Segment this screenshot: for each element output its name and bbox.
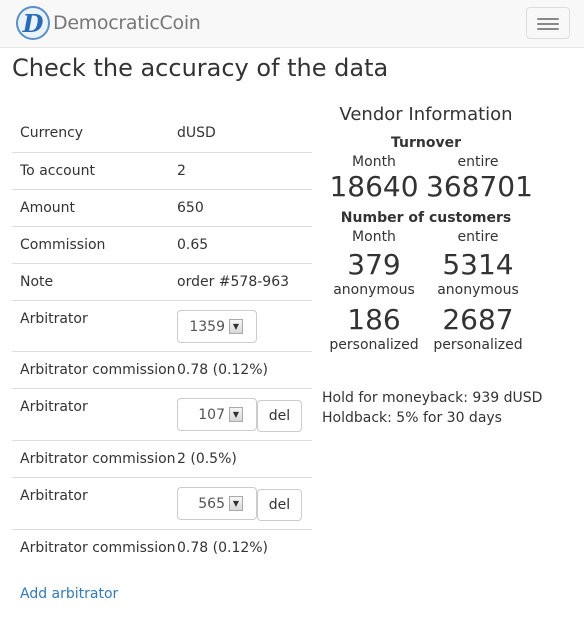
personalized-labels: personalized personalized [322,337,530,353]
turnover-heading: Turnover [391,135,461,151]
arbitrator-row: Arbitrator 565 ▼ del [12,477,312,529]
customers-heading: Number of customers [340,210,512,226]
delete-arbitrator-button[interactable]: del [257,489,302,521]
row-label: Arbitrator commission [20,451,176,467]
row-value: 0.65 [177,237,209,253]
personalized-values: 186 2687 [322,303,530,337]
row-label: Commission [20,237,106,253]
turnover-values: 18640 368701 [322,170,533,204]
anonymous-month-value: 379 [347,248,401,281]
row-value: order #578-963 [177,274,290,290]
customers-month-label: Month [352,229,396,245]
arbitrator-id: 1359 [189,319,225,335]
row-label: Note [20,274,54,290]
arbitrator-id: 107 [198,407,225,423]
delete-arbitrator-button[interactable]: del [257,400,302,432]
anonymous-label: anonymous [333,282,415,298]
row-label: Arbitrator [20,399,88,415]
anonymous-values: 379 5314 [322,248,530,282]
spin-down-icon[interactable]: ▼ [229,407,243,422]
row-value: 0.78 (0.12%) [177,540,269,556]
table-row: Arbitrator commission 0.78 (0.12%) [12,529,312,566]
logo-icon: D [16,6,50,40]
table-row: Arbitrator commission 0.78 (0.12%) [12,351,312,388]
row-label: Arbitrator commission [20,362,176,378]
personalized-month-value: 186 [347,303,401,336]
vendor-info: Vendor Information Turnover Month entire… [322,104,533,353]
transaction-table: Currency dUSD To account 2 Amount 650 Co… [12,115,312,566]
vendor-title: Vendor Information [339,104,513,125]
brand-logo[interactable]: D DemocraticCoin [16,6,201,40]
arbitrator-stepper[interactable]: 565 ▼ [177,487,257,520]
customers-columns: Month entire [322,226,530,245]
anonymous-label: anonymous [437,282,519,298]
personalized-label: personalized [329,337,419,353]
page-title: Check the accuracy of the data [12,54,389,82]
hamburger-icon [537,28,559,30]
hold-info: Hold for moneyback: 939 dUSD Holdback: 5… [322,388,542,428]
hold-text: Hold for moneyback: 939 dUSD [322,390,543,406]
turnover-entire-label: entire [457,154,499,170]
table-row: Amount 650 [12,189,312,226]
row-value: dUSD [177,125,216,141]
table-row: To account 2 [12,152,312,189]
holdback-text: Holdback: 5% for 30 days [322,410,502,426]
anonymous-labels: anonymous anonymous [322,282,530,298]
table-row: Currency dUSD [12,115,312,152]
table-row: Commission 0.65 [12,226,312,263]
turnover-columns: Month entire [322,151,530,170]
hamburger-icon [537,23,559,25]
row-value: 0.78 (0.12%) [177,362,269,378]
row-label: Arbitrator [20,488,88,504]
personalized-entire-value: 2687 [442,303,514,336]
brand-name: DemocraticCoin [53,12,201,34]
add-arbitrator-link[interactable]: Add arbitrator [20,586,118,602]
table-row: Arbitrator commission 2 (0.5%) [12,440,312,477]
row-label: Arbitrator [20,311,88,327]
row-value: 2 (0.5%) [177,451,237,467]
spin-down-icon[interactable]: ▼ [229,319,243,334]
arbitrator-row: Arbitrator 1359 ▼ [12,300,312,351]
turnover-month-value: 18640 [329,170,419,203]
arbitrator-id: 565 [198,496,225,512]
row-label: Amount [20,200,76,216]
hamburger-icon [537,18,559,20]
row-value: 2 [177,163,186,179]
row-label: Currency [20,125,84,141]
turnover-entire-value: 368701 [426,170,533,203]
spin-down-icon[interactable]: ▼ [229,496,243,511]
row-value: 650 [177,200,204,216]
turnover-month-label: Month [352,154,396,170]
menu-toggle-button[interactable] [526,7,570,39]
navbar: D DemocraticCoin [0,0,584,48]
arbitrator-stepper[interactable]: 107 ▼ [177,398,257,431]
customers-entire-label: entire [457,229,499,245]
row-label: Arbitrator commission [20,540,176,556]
arbitrator-stepper[interactable]: 1359 ▼ [177,310,257,343]
anonymous-entire-value: 5314 [442,248,514,281]
arbitrator-row: Arbitrator 107 ▼ del [12,388,312,440]
row-label: To account [20,163,95,179]
arbitrator-controls: 1359 ▼ [169,301,257,351]
arbitrator-controls: 107 ▼ del [169,389,302,440]
table-row: Note order #578-963 [12,263,312,300]
personalized-label: personalized [433,337,523,353]
arbitrator-controls: 565 ▼ del [169,478,302,529]
